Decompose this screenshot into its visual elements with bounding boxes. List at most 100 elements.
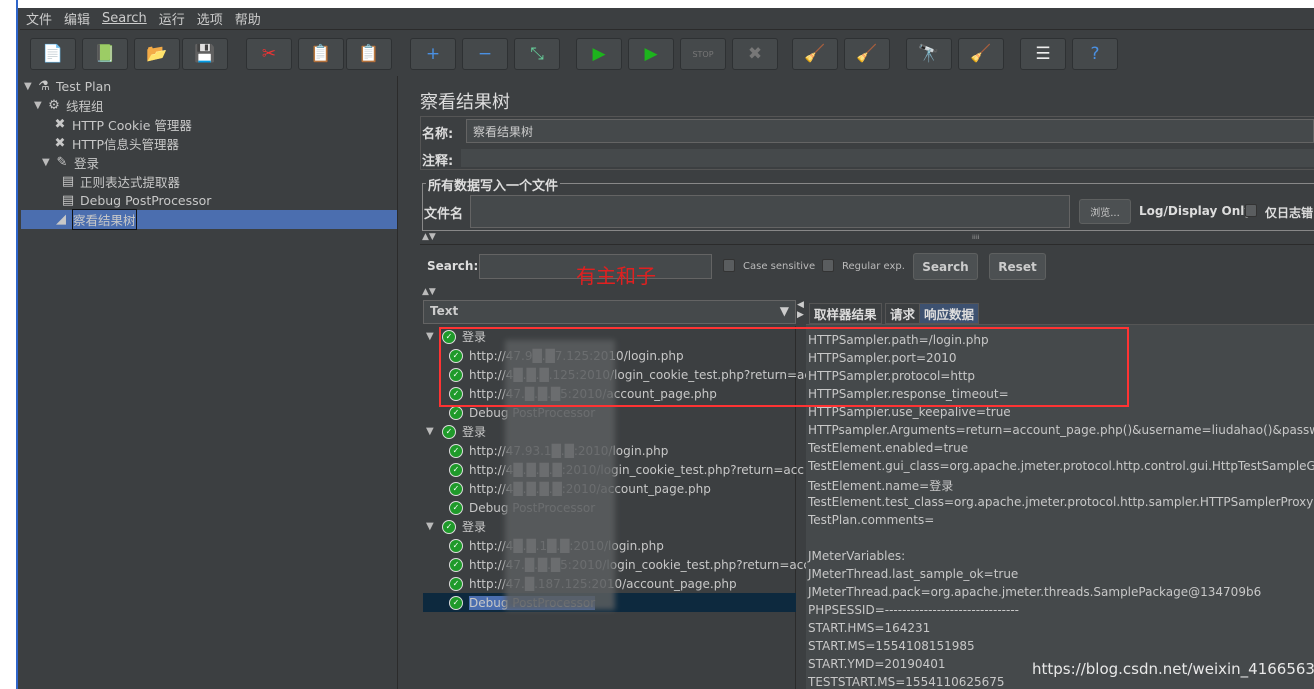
tree-node-label: 线程组 xyxy=(66,99,104,114)
tree-node[interactable]: ▤ Debug PostProcessor xyxy=(20,191,212,210)
response-line: HTTPsampler.Arguments=return=account_pag… xyxy=(808,423,1314,437)
cut-button[interactable]: ✂ xyxy=(246,38,292,70)
menu-5[interactable]: 帮助 xyxy=(229,9,267,28)
renderer-select[interactable]: Text ▼ xyxy=(423,300,796,324)
expand-icon: + xyxy=(425,44,441,64)
paste-button[interactable]: 📋 xyxy=(346,38,392,70)
new-button[interactable]: 📄 xyxy=(30,38,76,70)
watermark: https://blog.csdn.net/weixin_41665637 xyxy=(1032,660,1314,678)
tree-node[interactable]: ✖ HTTP Cookie 管理器 xyxy=(20,115,192,134)
handwritten-annotation: 有主和子 xyxy=(576,264,656,288)
expand-toggle-icon[interactable]: ▼ xyxy=(42,157,54,168)
shutdown-button[interactable]: ✖ xyxy=(732,38,778,70)
window-top-edge xyxy=(0,0,1314,8)
expand-toggle-icon[interactable]: ▼ xyxy=(34,100,46,111)
graph-icon: ◢ xyxy=(56,212,66,227)
file-label: 文件名 xyxy=(424,207,464,222)
splitter-grip[interactable]: ⁞⁞⁞⁞ xyxy=(972,234,980,241)
panel-title: 察看结果树 xyxy=(420,92,510,113)
response-line: TestElement.gui_class=org.apache.jmeter.… xyxy=(808,459,1314,473)
stop-button[interactable]: STOP xyxy=(680,38,726,70)
regex-label: Regular exp. xyxy=(842,261,905,272)
split-pane-divider[interactable] xyxy=(398,76,408,689)
menu-2[interactable]: Search xyxy=(96,11,153,26)
response-line: TestElement.test_class=org.apache.jmeter… xyxy=(808,495,1314,509)
tree-node[interactable]: ▼ ✎ 登录 xyxy=(20,153,99,172)
result-node[interactable]: ▼ ✓ 登录 xyxy=(423,517,486,536)
clear-all-button[interactable]: 🧹 xyxy=(844,38,890,70)
toggle-button[interactable]: ⤡ xyxy=(514,38,560,70)
paste-icon: 📋 xyxy=(358,44,380,64)
name-label: 名称: xyxy=(422,127,454,142)
search-button[interactable]: Search xyxy=(913,253,978,280)
tree-node[interactable]: ◢ 察看结果树 xyxy=(21,209,397,230)
name-input[interactable] xyxy=(466,119,1314,143)
clear-all-icon: 🧹 xyxy=(856,44,878,64)
tree-node[interactable]: ▤ 正则表达式提取器 xyxy=(20,172,180,191)
help-button[interactable]: ? xyxy=(1072,38,1118,70)
save-button[interactable]: 💾 xyxy=(182,38,228,70)
menu-0[interactable]: 文件 xyxy=(20,9,58,28)
file-group-title: 所有数据写入一个文件 xyxy=(426,175,561,194)
stop-icon: STOP xyxy=(692,49,714,59)
result-node[interactable]: ✓ http://47.█.█.█5:2010/login_cookie_test… xyxy=(423,555,810,574)
open-icon: 📂 xyxy=(146,44,168,64)
function-helper-button[interactable]: ☰ xyxy=(1020,38,1066,70)
start-no-timers-button[interactable]: ▶ xyxy=(628,38,674,70)
menu-3[interactable]: 运行 xyxy=(153,9,191,28)
reset-search-icon: 🧹 xyxy=(970,44,992,64)
menu-bar: 文件 编辑 Search 运行 选项 帮助 xyxy=(20,8,1314,30)
menu-4[interactable]: 选项 xyxy=(191,9,229,28)
collapse-button[interactable]: − xyxy=(462,38,508,70)
comment-label: 注释: xyxy=(422,154,454,169)
expand-toggle-icon[interactable]: ▼ xyxy=(426,521,438,532)
expand-toggle-icon[interactable]: ▼ xyxy=(426,426,438,437)
renderer-selected: Text xyxy=(430,304,459,318)
success-shield-icon: ✓ xyxy=(449,595,463,610)
response-line: JMeterVariables: xyxy=(808,549,906,563)
reset-search-button[interactable]: 🧹 xyxy=(958,38,1004,70)
highlight-box xyxy=(439,327,1129,407)
tab-2[interactable]: 响应数据 xyxy=(919,303,980,324)
tab-1[interactable]: 请求 xyxy=(885,303,921,324)
document-icon: ▤ xyxy=(61,193,75,208)
expand-toggle-icon[interactable]: ▼ xyxy=(24,81,36,92)
comment-input[interactable] xyxy=(461,149,1314,167)
expand-toggle-icon[interactable]: ▼ xyxy=(426,331,438,342)
tree-node-label: HTTP Cookie 管理器 xyxy=(72,118,192,133)
case-sensitive-checkbox[interactable] xyxy=(723,259,735,272)
search-label: Search: xyxy=(427,259,479,273)
desktop-edge xyxy=(0,0,18,689)
tree-node[interactable]: ✖ HTTP信息头管理器 xyxy=(20,134,179,153)
response-line: START.MS=1554108151985 xyxy=(808,639,975,653)
tree-node-label: 正则表达式提取器 xyxy=(80,175,181,190)
copy-button[interactable]: 📋 xyxy=(298,38,344,70)
gear-icon: ⚙ xyxy=(48,98,60,113)
response-line: JMeterThread.last_sample_ok=true xyxy=(808,567,1019,581)
expand-button[interactable]: + xyxy=(410,38,456,70)
success-shield-icon: ✓ xyxy=(442,424,456,439)
browse-button[interactable]: 浏览... xyxy=(1079,199,1131,224)
menu-1[interactable]: 编辑 xyxy=(58,9,96,28)
collapse-arrows[interactable]: ▲▼ xyxy=(422,232,436,242)
success-shield-icon: ✓ xyxy=(449,557,463,572)
errors-only-checkbox[interactable] xyxy=(1245,204,1257,217)
collapse-arrows-2[interactable]: ▲▼ xyxy=(422,287,436,297)
tab-0[interactable]: 取样器结果 xyxy=(809,303,882,324)
reset-button[interactable]: Reset xyxy=(989,253,1046,280)
result-label: 登录 xyxy=(462,520,487,534)
success-shield-icon: ✓ xyxy=(442,519,456,534)
result-node[interactable]: ▼ ✓ 登录 xyxy=(423,422,486,441)
tree-node[interactable]: ▼ ⚙ 线程组 xyxy=(20,96,104,115)
templates-button[interactable]: 📗 xyxy=(82,38,128,70)
tree-node[interactable]: ▼ ⚗ Test Plan xyxy=(20,77,111,96)
open-button[interactable]: 📂 xyxy=(134,38,180,70)
clear-button[interactable]: 🧹 xyxy=(792,38,838,70)
success-shield-icon: ✓ xyxy=(449,538,463,553)
regex-checkbox[interactable] xyxy=(822,259,834,272)
response-line: START.HMS=164231 xyxy=(808,621,931,635)
response-line: HTTPSampler.use_keepalive=true xyxy=(808,405,1011,419)
file-input[interactable] xyxy=(470,195,1070,228)
search-button[interactable]: 🔭 xyxy=(906,38,952,70)
start-button[interactable]: ▶ xyxy=(576,38,622,70)
